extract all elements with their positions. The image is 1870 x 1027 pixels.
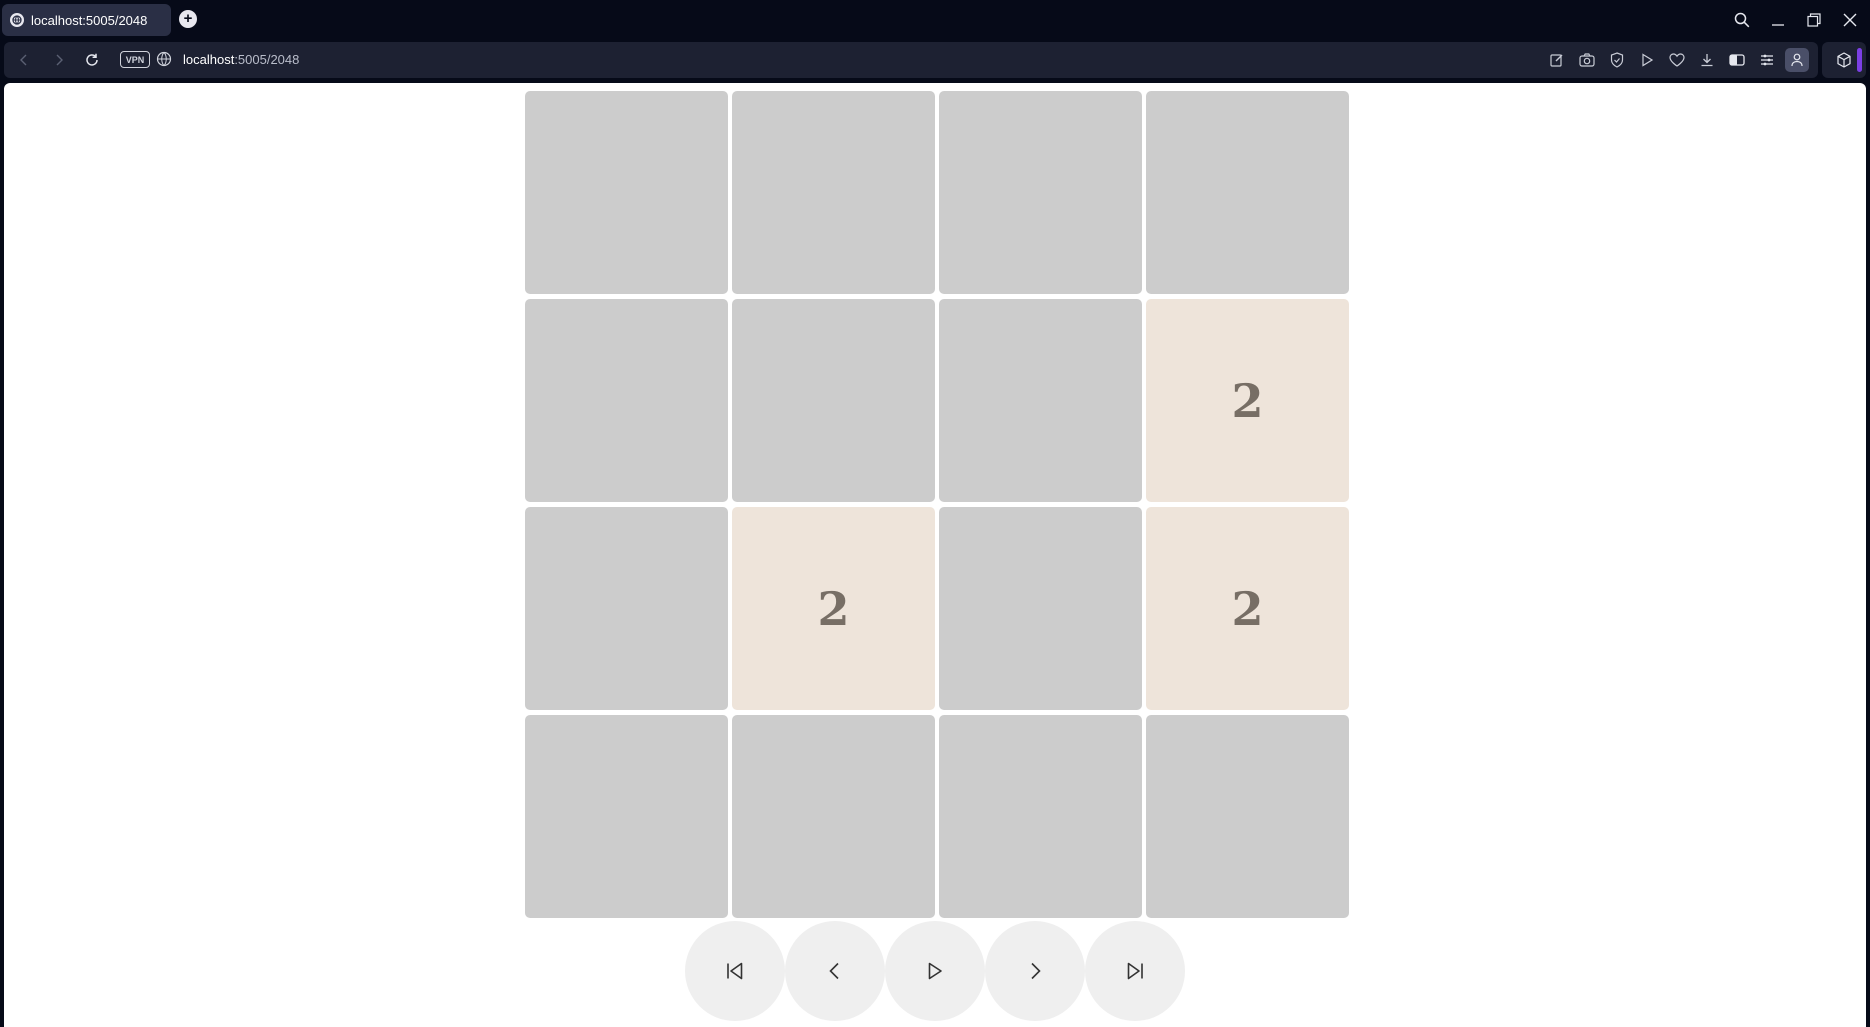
browser-tab[interactable]: localhost:5005/2048 <box>2 4 171 36</box>
play-button[interactable] <box>885 921 985 1021</box>
tile-2: 2 <box>1146 507 1349 710</box>
search-icon[interactable] <box>1726 6 1758 34</box>
empty-cell <box>939 715 1142 918</box>
close-icon[interactable] <box>1834 6 1866 34</box>
restore-icon[interactable] <box>1798 6 1830 34</box>
play-media-icon[interactable] <box>1638 51 1656 69</box>
chevron-right-icon <box>1031 962 1041 980</box>
minimize-icon[interactable] <box>1762 6 1794 34</box>
cube-icon[interactable] <box>1835 51 1853 69</box>
empty-cell <box>939 91 1142 294</box>
empty-cell <box>1146 91 1349 294</box>
empty-cell <box>732 299 935 502</box>
profile-avatar[interactable] <box>1785 48 1809 72</box>
reload-button[interactable] <box>80 48 104 72</box>
sidebar-toggle-icon[interactable] <box>1728 51 1746 69</box>
empty-cell <box>525 507 728 710</box>
empty-cell <box>525 715 728 918</box>
chevron-right-icon <box>56 54 63 66</box>
edit-page-icon[interactable] <box>1548 51 1566 69</box>
url-host: localhost <box>183 52 235 67</box>
accent-bar <box>1857 48 1862 72</box>
empty-cell <box>939 507 1142 710</box>
download-icon[interactable] <box>1698 51 1716 69</box>
chevron-left-icon <box>20 54 27 66</box>
game-board: 222 <box>525 91 1349 918</box>
vpn-badge[interactable]: VPN <box>120 51 150 68</box>
heart-icon[interactable] <box>1668 51 1686 69</box>
empty-cell <box>1146 715 1349 918</box>
previous-move-button[interactable] <box>785 921 885 1021</box>
tile-2: 2 <box>1146 299 1349 502</box>
skip-to-end-icon <box>1127 962 1143 980</box>
camera-icon[interactable] <box>1578 51 1596 69</box>
new-tab-button[interactable]: + <box>179 10 197 28</box>
back-button[interactable] <box>12 48 36 72</box>
url-path: :5005/2048 <box>234 52 300 67</box>
empty-cell <box>525 299 728 502</box>
user-icon <box>1791 53 1803 67</box>
empty-cell <box>939 299 1142 502</box>
tab-strip: localhost:5005/2048 + <box>0 0 1870 40</box>
globe-favicon-icon <box>10 13 24 27</box>
first-move-button[interactable] <box>685 921 785 1021</box>
tile-2: 2 <box>732 507 935 710</box>
play-icon <box>928 962 942 980</box>
chevron-left-icon <box>829 962 839 980</box>
menu-icon[interactable] <box>1758 51 1776 69</box>
page-viewport: 222 <box>4 83 1866 1027</box>
globe-icon <box>156 51 174 69</box>
replay-controls <box>685 921 1185 1021</box>
skip-to-start-icon <box>727 962 743 980</box>
next-move-button[interactable] <box>985 921 1085 1021</box>
shield-icon[interactable] <box>1608 51 1626 69</box>
empty-cell <box>732 715 935 918</box>
extensions-panel <box>1822 42 1866 78</box>
tab-title: localhost:5005/2048 <box>31 12 148 28</box>
last-move-button[interactable] <box>1085 921 1185 1021</box>
empty-cell <box>732 91 935 294</box>
reload-icon <box>86 53 98 66</box>
forward-button[interactable] <box>47 48 71 72</box>
empty-cell <box>525 91 728 294</box>
address-field[interactable]: localhost:5005/2048 <box>183 52 299 67</box>
address-toolbar: VPN localhost:5005/2048 <box>4 42 1818 78</box>
